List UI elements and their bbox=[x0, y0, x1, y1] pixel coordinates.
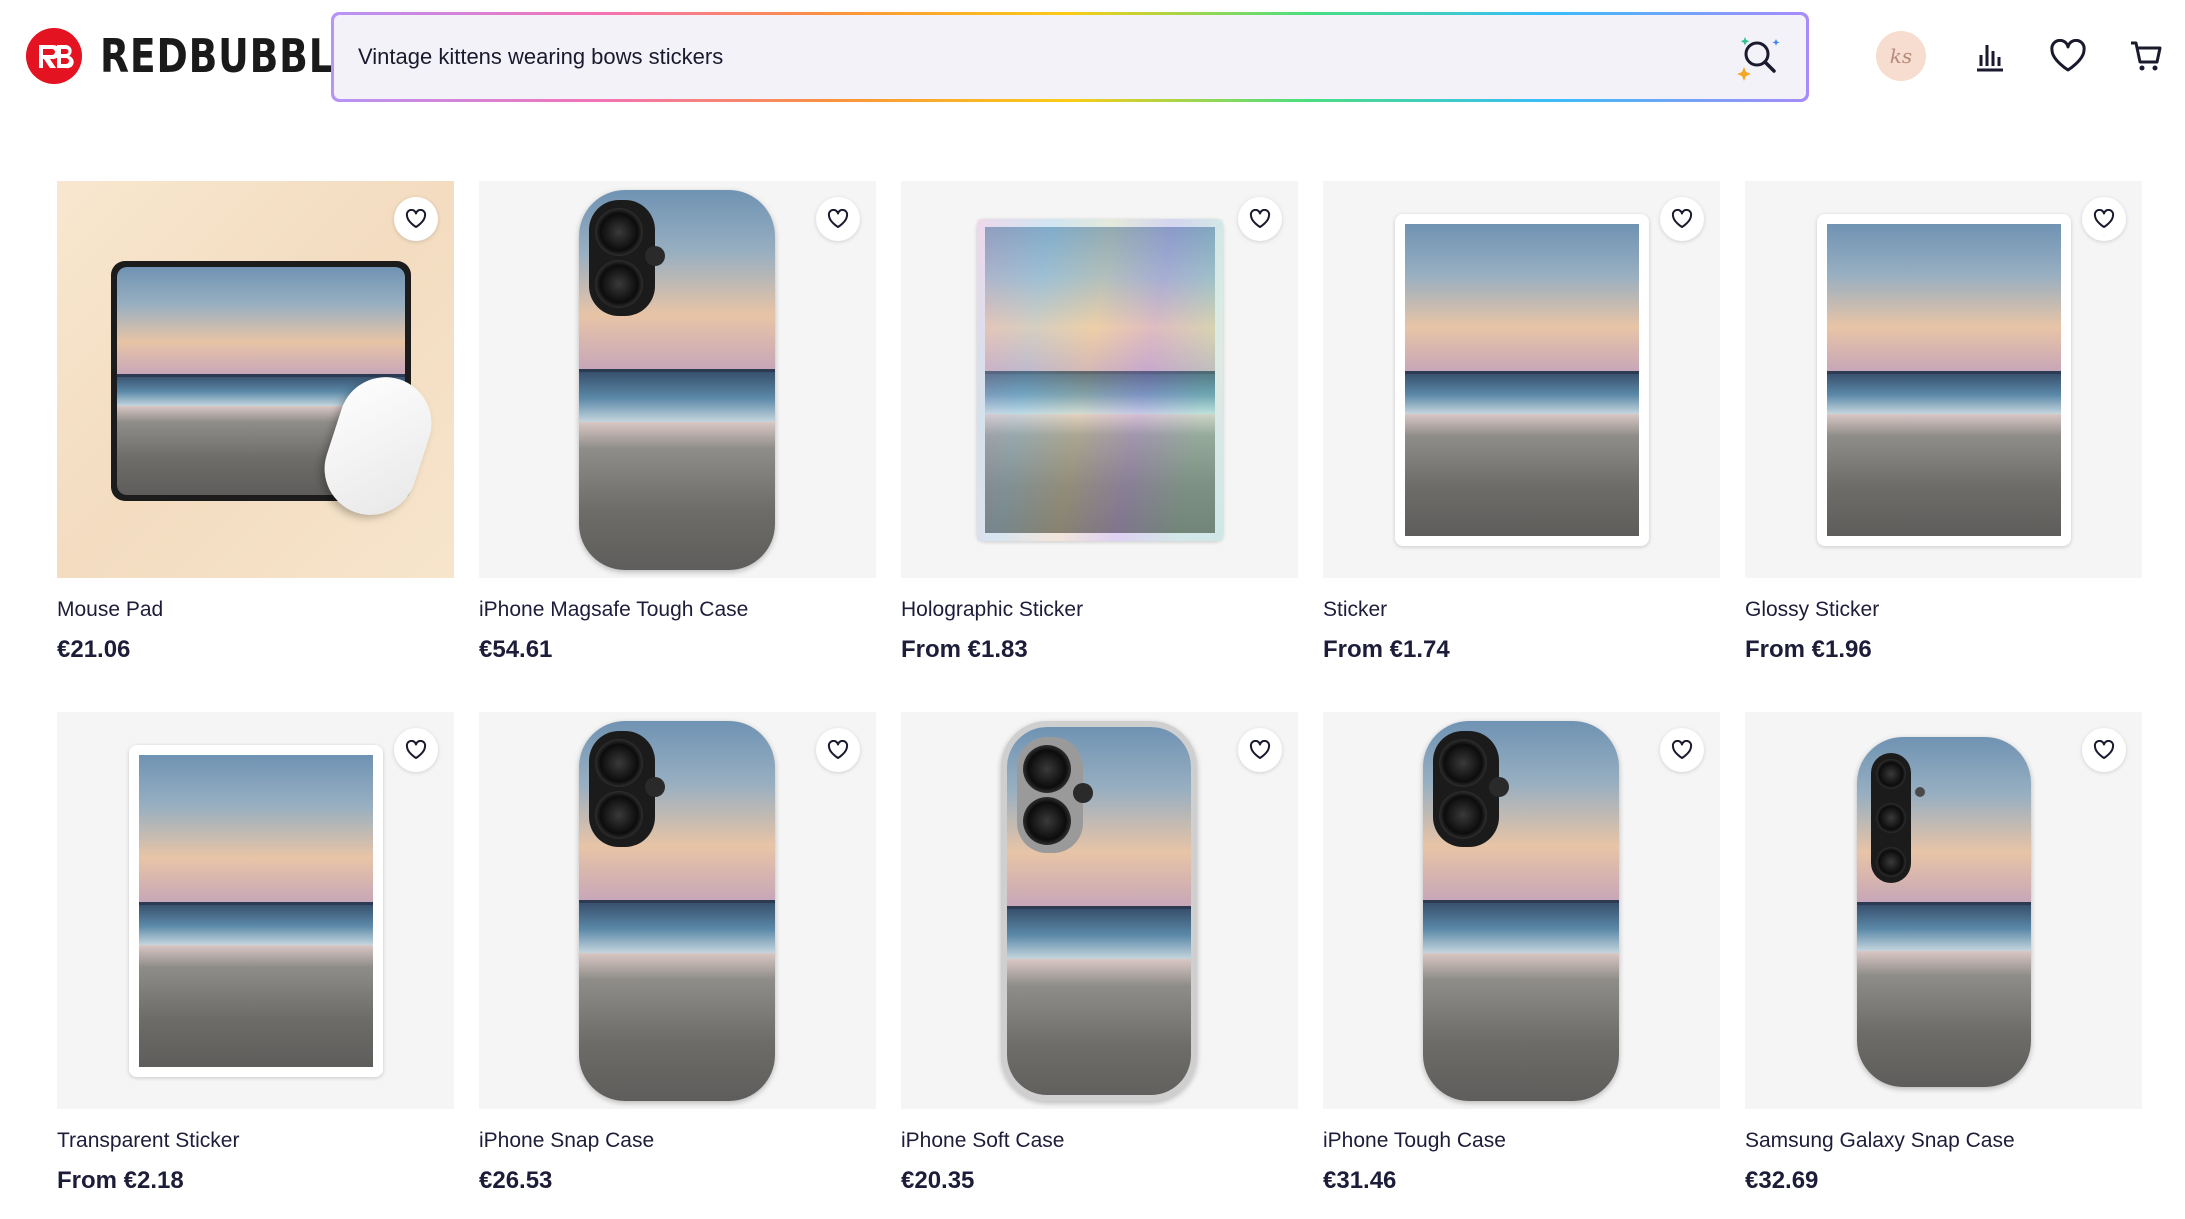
heart-icon[interactable] bbox=[2048, 36, 2088, 76]
product-artwork bbox=[1405, 224, 1639, 536]
product-card[interactable]: iPhone Magsafe Tough Case €54.61 bbox=[479, 181, 876, 665]
product-price: From €1.96 bbox=[1745, 636, 1872, 663]
product-grid: Mouse Pad €21.06 iPhone Magsafe Tough Ca… bbox=[57, 181, 2142, 1196]
phone-case-image bbox=[1423, 721, 1619, 1101]
product-price: €20.35 bbox=[901, 1167, 975, 1194]
avatar[interactable]: ks bbox=[1876, 31, 1926, 81]
favorite-heart-icon[interactable] bbox=[394, 197, 438, 241]
product-card[interactable]: iPhone Tough Case €31.46 bbox=[1323, 712, 1720, 1196]
favorite-heart-icon[interactable] bbox=[1660, 197, 1704, 241]
product-title[interactable]: Samsung Galaxy Snap Case bbox=[1745, 1127, 2142, 1155]
holographic-sticker-image bbox=[977, 219, 1223, 541]
product-title[interactable]: iPhone Tough Case bbox=[1323, 1127, 1720, 1155]
favorite-heart-icon[interactable] bbox=[1238, 728, 1282, 772]
ai-search-icon[interactable] bbox=[1728, 29, 1786, 87]
search-box bbox=[334, 15, 1806, 99]
product-title[interactable]: Sticker bbox=[1323, 596, 1720, 624]
favorite-heart-icon[interactable] bbox=[1660, 728, 1704, 772]
product-image[interactable] bbox=[479, 181, 876, 578]
product-title[interactable]: Glossy Sticker bbox=[1745, 596, 2142, 624]
search-input[interactable] bbox=[358, 15, 1658, 99]
cart-icon[interactable] bbox=[2126, 36, 2166, 76]
product-price: From €1.83 bbox=[901, 636, 1028, 663]
phone-case-image bbox=[579, 190, 775, 570]
brand-name: REDBUBBLE bbox=[100, 29, 361, 83]
phone-case-image bbox=[1001, 721, 1197, 1101]
favorite-heart-icon[interactable] bbox=[816, 728, 860, 772]
sticker-image bbox=[1395, 214, 1649, 546]
product-artwork bbox=[139, 755, 373, 1067]
product-price: €31.46 bbox=[1323, 1167, 1397, 1194]
product-title[interactable]: iPhone Magsafe Tough Case bbox=[479, 596, 876, 624]
product-artwork bbox=[1827, 224, 2061, 536]
product-price: €26.53 bbox=[479, 1167, 553, 1194]
product-image[interactable] bbox=[1745, 181, 2142, 578]
favorite-heart-icon[interactable] bbox=[394, 728, 438, 772]
product-card[interactable]: Sticker From €1.74 bbox=[1323, 181, 1720, 665]
product-price: €32.69 bbox=[1745, 1167, 1819, 1194]
product-card[interactable]: Mouse Pad €21.06 bbox=[57, 181, 454, 665]
product-image[interactable] bbox=[901, 712, 1298, 1109]
product-card[interactable]: Holographic Sticker From €1.83 bbox=[901, 181, 1298, 665]
product-image[interactable] bbox=[57, 712, 454, 1109]
product-title[interactable]: iPhone Soft Case bbox=[901, 1127, 1298, 1155]
site-header: REDBUBBLE ks bbox=[0, 0, 2185, 112]
favorite-heart-icon[interactable] bbox=[1238, 197, 1282, 241]
phone-case-image bbox=[1857, 737, 2031, 1087]
product-price: €54.61 bbox=[479, 636, 553, 663]
header-actions: ks bbox=[1876, 28, 2166, 84]
sticker-image bbox=[1817, 214, 2071, 546]
product-title[interactable]: Holographic Sticker bbox=[901, 596, 1298, 624]
product-image[interactable] bbox=[1323, 712, 1720, 1109]
product-card[interactable]: Glossy Sticker From €1.96 bbox=[1745, 181, 2142, 665]
product-card[interactable]: iPhone Snap Case €26.53 bbox=[479, 712, 876, 1196]
sticker-image bbox=[129, 745, 383, 1077]
product-image[interactable] bbox=[901, 181, 1298, 578]
product-price: From €1.74 bbox=[1323, 636, 1450, 663]
product-price: From €2.18 bbox=[57, 1167, 184, 1194]
product-title[interactable]: Mouse Pad bbox=[57, 596, 454, 624]
product-card[interactable]: Transparent Sticker From €2.18 bbox=[57, 712, 454, 1196]
product-image[interactable] bbox=[479, 712, 876, 1109]
redbubble-logo-icon bbox=[26, 28, 82, 84]
product-image[interactable] bbox=[1745, 712, 2142, 1109]
favorite-heart-icon[interactable] bbox=[2082, 728, 2126, 772]
product-price: €21.06 bbox=[57, 636, 131, 663]
product-title[interactable]: iPhone Snap Case bbox=[479, 1127, 876, 1155]
favorite-heart-icon[interactable] bbox=[816, 197, 860, 241]
product-image[interactable] bbox=[1323, 181, 1720, 578]
phone-case-image bbox=[579, 721, 775, 1101]
product-card[interactable]: iPhone Soft Case €20.35 bbox=[901, 712, 1298, 1196]
chart-bars-icon[interactable] bbox=[1970, 36, 2010, 76]
product-title[interactable]: Transparent Sticker bbox=[57, 1127, 454, 1155]
favorite-heart-icon[interactable] bbox=[2082, 197, 2126, 241]
product-image[interactable] bbox=[57, 181, 454, 578]
search-bar bbox=[331, 12, 1809, 102]
product-card[interactable]: Samsung Galaxy Snap Case €32.69 bbox=[1745, 712, 2142, 1196]
